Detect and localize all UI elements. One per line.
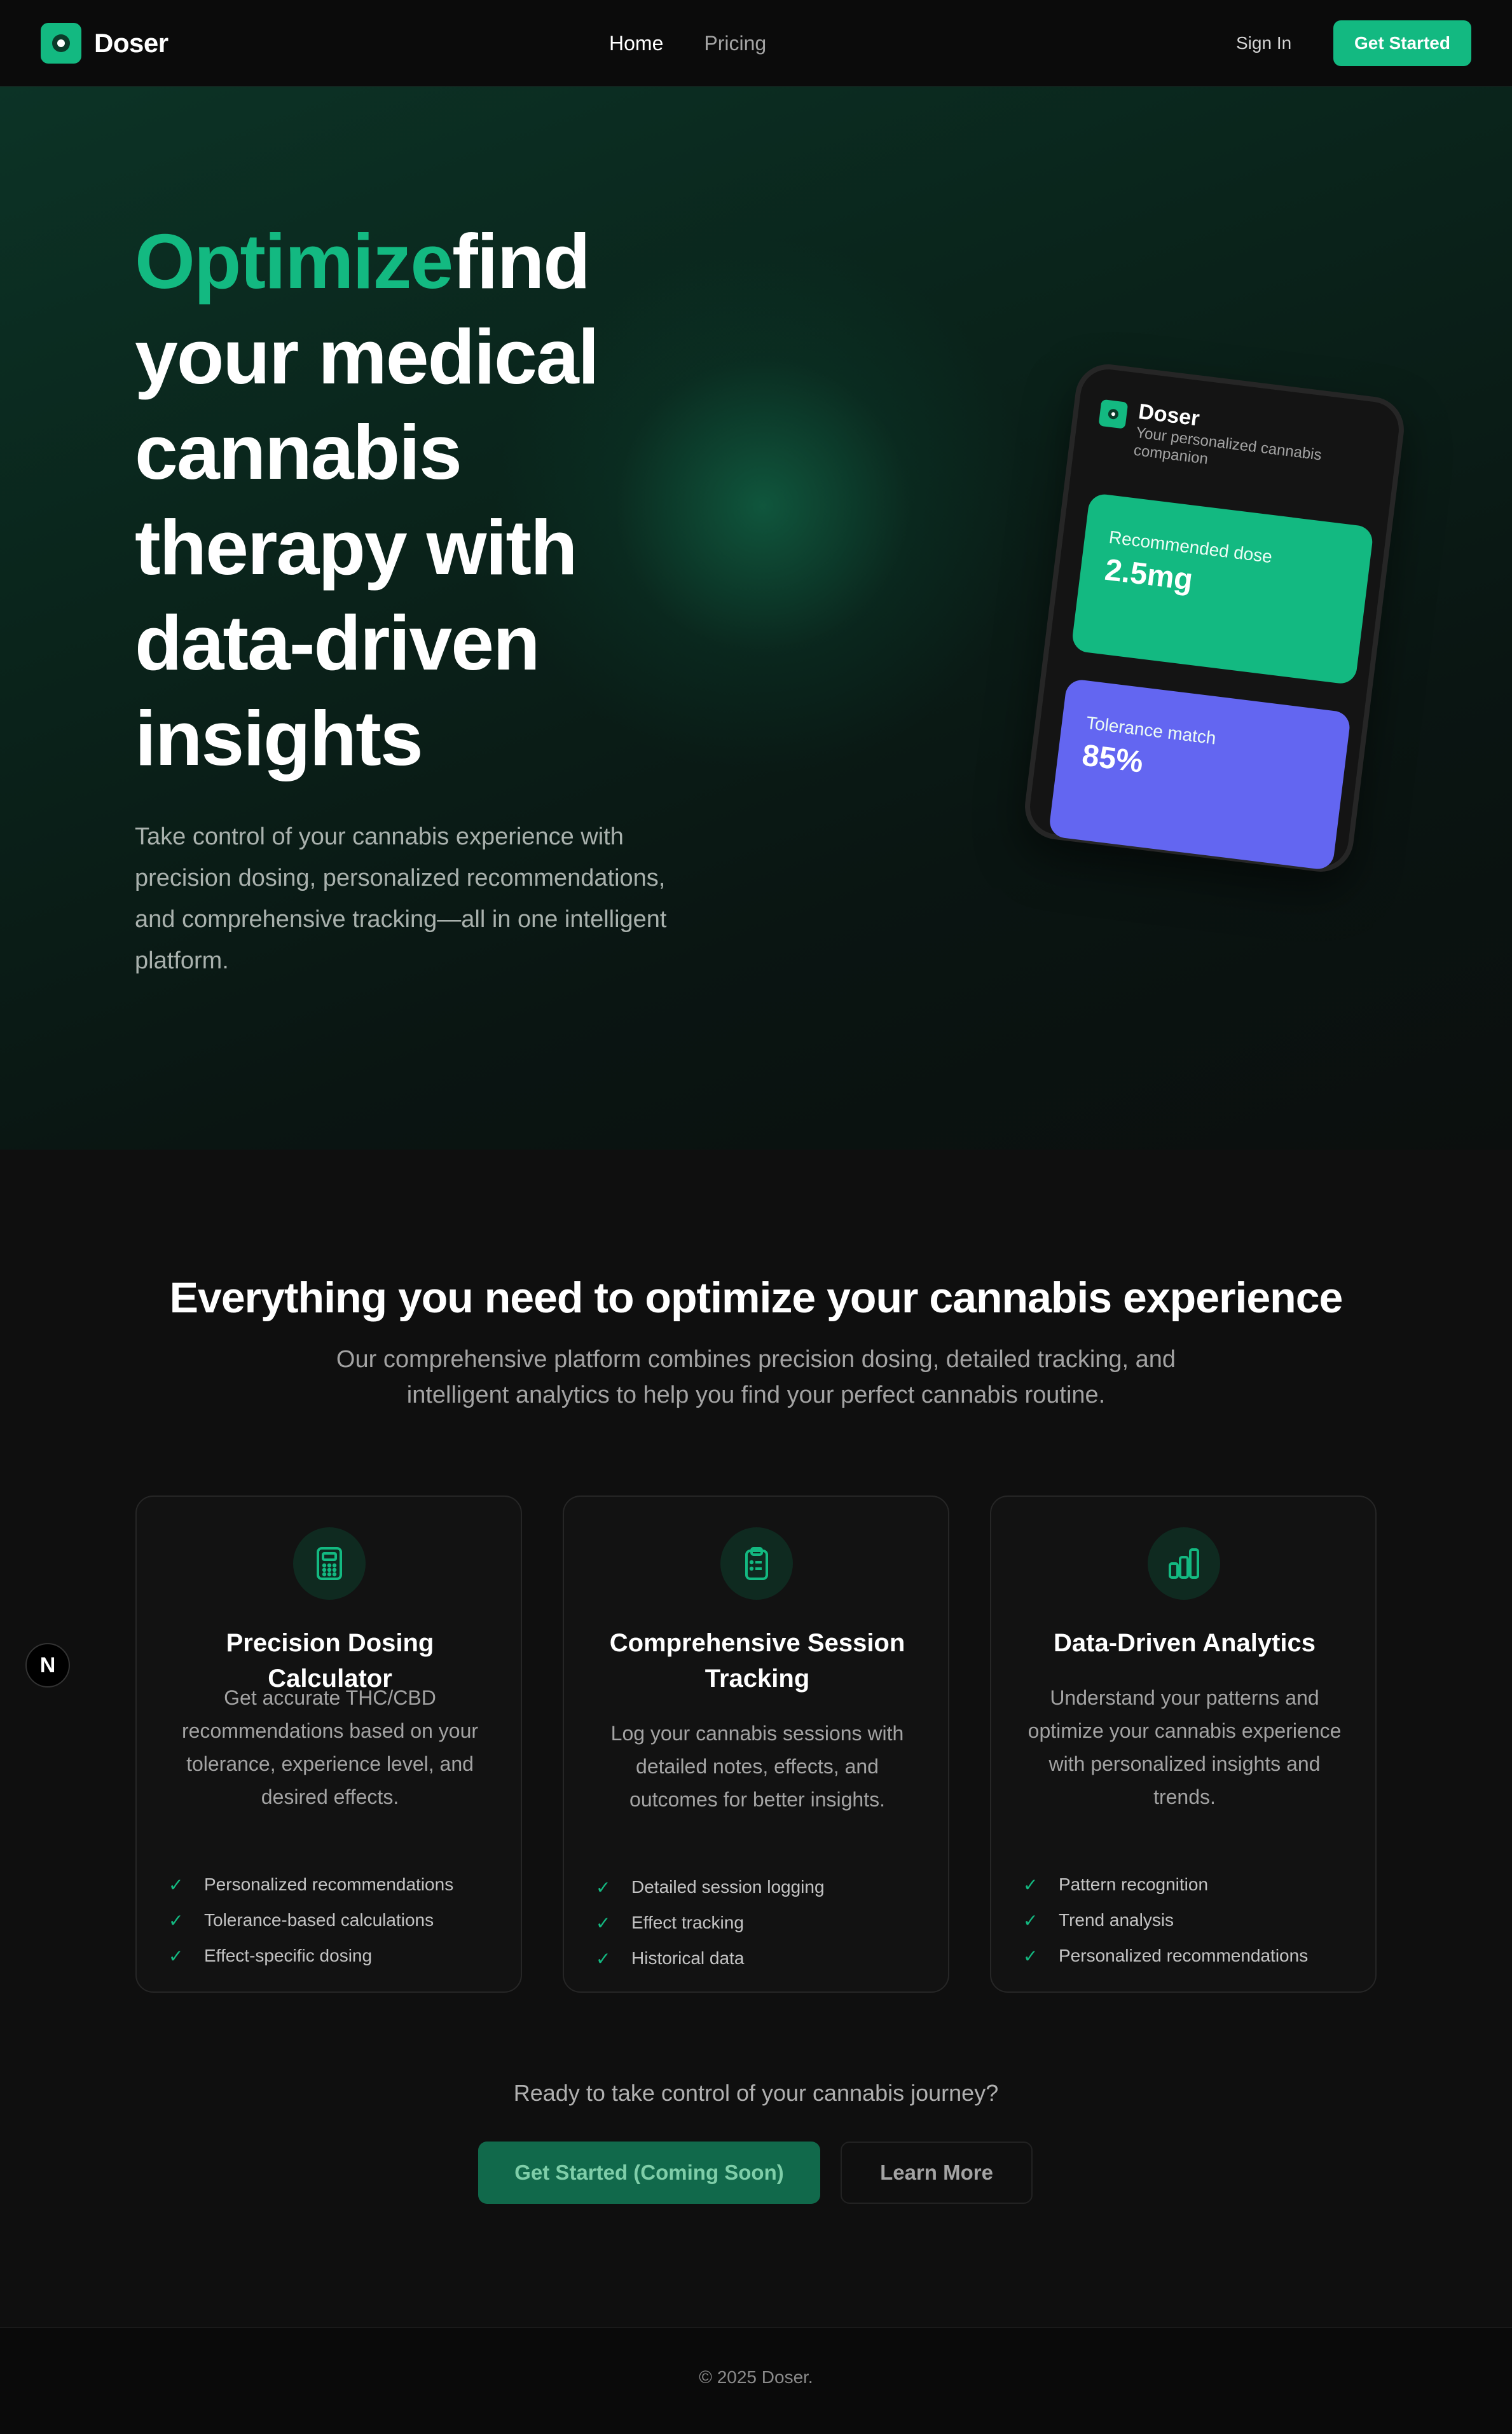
feature-list-item: ✓ Historical data [596, 1948, 745, 1969]
feature-list: ✓ Pattern recognition ✓ Trend analysis ✓ Pe… [1023, 1867, 1308, 1974]
dev-tools-badge[interactable]: N [25, 1643, 70, 1688]
check-icon: ✓ [168, 1874, 184, 1895]
sign-in-link[interactable]: Sign In [1236, 28, 1291, 58]
footer: © 2025 Doser. [0, 2327, 1512, 2434]
brand-name: Doser [94, 28, 168, 58]
feature-card-tracking: Comprehensive Session Tracking Log your … [563, 1495, 949, 1993]
feature-card-description: Understand your patterns and optimize yo… [1027, 1686, 1342, 1808]
feature-card-description: Log your cannabis sessions with detailed… [610, 1722, 904, 1811]
bar-chart-icon [1148, 1527, 1220, 1600]
footer-copyright: © 2025 Doser. [699, 2367, 813, 2387]
recommended-dose-card: Recommended dose 2.5mg [1071, 492, 1375, 685]
feature-list: ✓ Detailed session logging ✓ Effect tracki… [596, 1869, 825, 1976]
top-navbar: Doser Home Pricing Sign In Get Started [0, 0, 1512, 86]
feature-list: ✓ Personalized recommendations ✓ Tolerance… [168, 1867, 453, 1974]
check-icon: ✓ [1023, 1910, 1038, 1930]
calculator-icon [293, 1527, 366, 1600]
cta-text: Ready to take control of your cannabis j… [513, 2080, 999, 2106]
brand-logo-link[interactable]: Doser [41, 22, 168, 64]
feature-card-title: Comprehensive Session Tracking [609, 1629, 905, 1693]
feature-list-item: ✓ Effect tracking [596, 1913, 744, 1933]
check-icon: ✓ [168, 1910, 184, 1930]
feature-list-item: ✓ Pattern recognition [1023, 1874, 1209, 1895]
feature-card-description: Get accurate THC/CBD recommendations bas… [181, 1686, 479, 1808]
feature-card-title: Data-Driven Analytics [1054, 1629, 1316, 1657]
check-icon: ✓ [596, 1877, 611, 1897]
clipboard-list-icon [720, 1527, 793, 1600]
feature-list-item: ✓ Personalized recommendations [1023, 1946, 1309, 1966]
feature-list-item: ✓ Detailed session logging [596, 1877, 825, 1897]
tolerance-match-card: Tolerance match 85% [1048, 678, 1352, 871]
feature-list-item: ✓ Tolerance-based calculations [168, 1910, 434, 1930]
feature-card-analytics: Data-Driven Analytics Understand your pa… [990, 1495, 1377, 1993]
phone-logo-icon [1098, 399, 1129, 429]
features-title: Everything you need to optimize your can… [169, 1274, 1344, 1322]
hero-title: Optimizefind your medical cannabis thera… [135, 214, 643, 786]
feature-list-item: ✓ Trend analysis [1023, 1910, 1174, 1930]
features-subtitle: Our comprehensive platform combines prec… [336, 1346, 1176, 1408]
hero-section: Optimizefind your medical cannabis thera… [0, 86, 1512, 1150]
check-icon: ✓ [596, 1948, 611, 1969]
get-started-button[interactable]: Get Started [1333, 20, 1471, 66]
nav-link-home[interactable]: Home [609, 27, 663, 60]
hero-subtitle: Take control of your cannabis experience… [135, 823, 667, 974]
feature-card-dosing: Precision Dosing Calculator Get accurate… [135, 1495, 522, 1993]
nav-link-pricing[interactable]: Pricing [704, 27, 766, 60]
get-started-coming-soon-button[interactable]: Get Started (Coming Soon) [478, 2142, 820, 2204]
hero-title-accent: Optimize [135, 218, 453, 305]
feature-list-item: ✓ Effect-specific dosing [168, 1946, 373, 1966]
check-icon: ✓ [168, 1946, 184, 1966]
brand-logo-icon [41, 23, 81, 64]
check-icon: ✓ [1023, 1946, 1038, 1966]
feature-list-item: ✓ Personalized recommendations [168, 1874, 454, 1895]
check-icon: ✓ [1023, 1874, 1038, 1895]
check-icon: ✓ [596, 1913, 611, 1933]
phone-mockup: Doser Your personalized cannabis compani… [1021, 361, 1408, 876]
phone-header: Doser Your personalized cannabis compani… [1095, 394, 1355, 486]
learn-more-button[interactable]: Learn More [841, 2142, 1033, 2204]
nav-links: Home Pricing [609, 27, 766, 60]
